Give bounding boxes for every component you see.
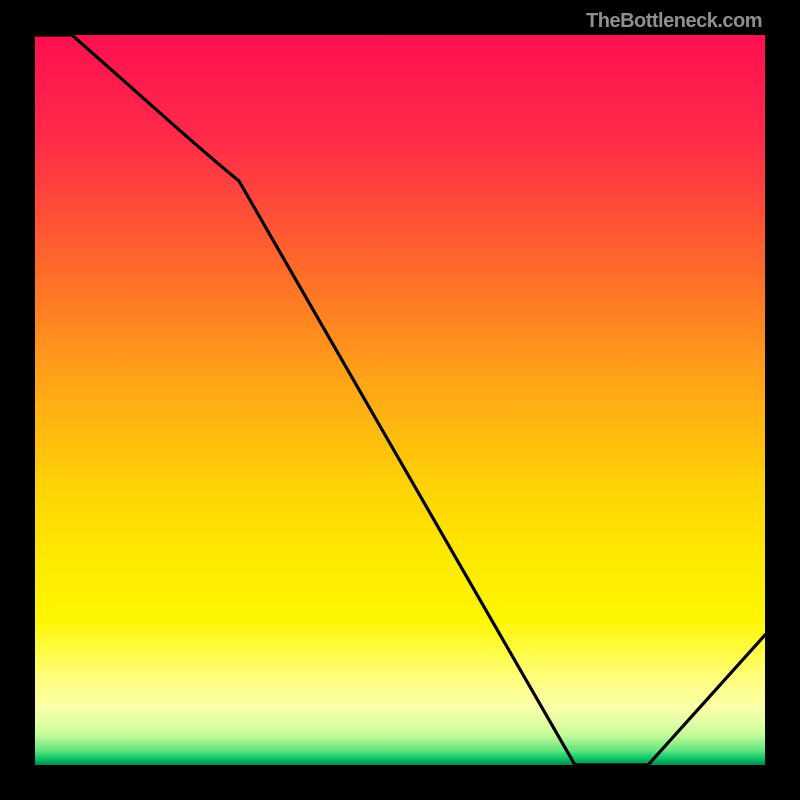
plot-area xyxy=(35,35,765,765)
curve-path xyxy=(35,35,765,765)
watermark-text: TheBottleneck.com xyxy=(586,10,762,33)
bottleneck-curve xyxy=(35,35,765,765)
chart-frame: TheBottleneck.com xyxy=(0,0,800,800)
